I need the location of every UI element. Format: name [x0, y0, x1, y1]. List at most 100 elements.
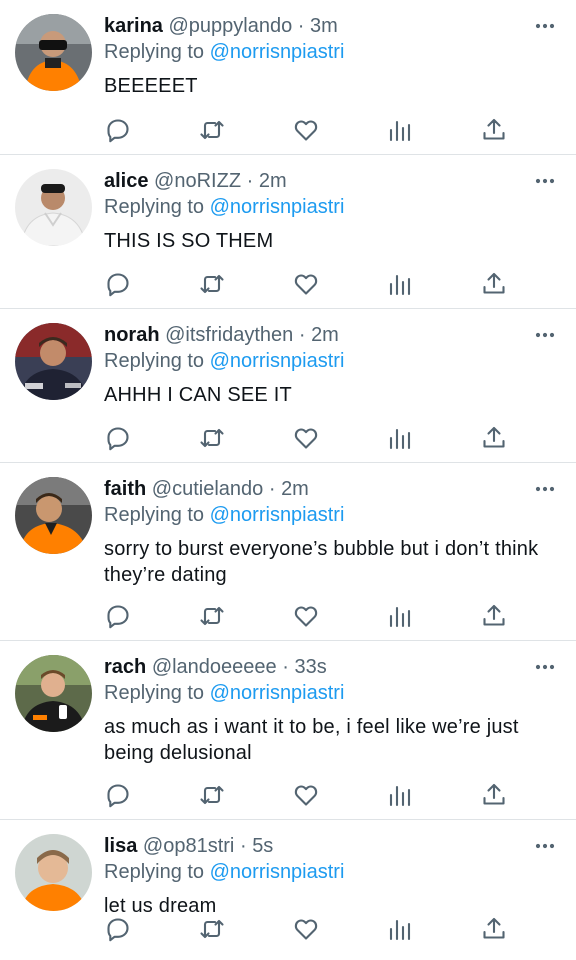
reply-button[interactable] [105, 603, 131, 629]
display-name[interactable]: rach [104, 656, 146, 678]
more-icon[interactable] [534, 171, 556, 191]
timestamp[interactable]: 33s [294, 656, 326, 678]
action-bar [104, 271, 510, 297]
more-icon[interactable] [534, 16, 556, 36]
analytics-button[interactable] [387, 782, 413, 808]
share-icon [483, 604, 505, 626]
like-button[interactable] [293, 425, 319, 451]
reply-mention-link[interactable]: @norrisnpiastri [210, 861, 345, 883]
reply-mention-link[interactable]: @norrisnpiastri [210, 196, 345, 218]
timestamp[interactable]: 5s [252, 835, 273, 857]
reply-context: Replying to @norrisnpiastri [104, 501, 344, 529]
display-name[interactable]: karina [104, 15, 163, 37]
avatar[interactable] [15, 477, 92, 554]
reply-prefix: Replying to [104, 682, 205, 704]
tweet[interactable]: alice @noRIZZ · 2m Replying to @norrisnp… [0, 155, 576, 309]
display-name[interactable]: lisa [104, 835, 137, 857]
tweet-header: rach @landoeeeee · 33s [104, 653, 327, 681]
action-bar [104, 603, 510, 629]
like-button[interactable] [293, 782, 319, 808]
avatar-image [15, 169, 92, 246]
reply-mention-link[interactable]: @norrisnpiastri [210, 682, 345, 704]
separator: · [268, 478, 276, 500]
user-handle[interactable]: @puppylando [169, 15, 293, 37]
reply-button[interactable] [105, 117, 131, 143]
reply-button[interactable] [105, 425, 131, 451]
analytics-button[interactable] [387, 117, 413, 143]
reply-button[interactable] [105, 271, 131, 297]
reply-mention-link[interactable]: @norrisnpiastri [210, 41, 345, 63]
more-icon[interactable] [534, 479, 556, 499]
like-button[interactable] [293, 603, 319, 629]
tweet-header: norah @itsfridaythen · 2m [104, 321, 339, 349]
share-button[interactable] [481, 271, 507, 297]
tweet-header: faith @cutielando · 2m [104, 475, 309, 503]
share-button[interactable] [481, 916, 507, 942]
display-name[interactable]: faith [104, 478, 146, 500]
analytics-button[interactable] [387, 916, 413, 942]
reply-mention-link[interactable]: @norrisnpiastri [210, 350, 345, 372]
avatar-image [15, 655, 92, 732]
like-button[interactable] [293, 271, 319, 297]
reply-button[interactable] [105, 782, 131, 808]
timestamp[interactable]: 2m [311, 324, 339, 346]
retweet-icon [200, 274, 224, 294]
retweet-button[interactable] [199, 117, 225, 143]
reply-button[interactable] [105, 916, 131, 942]
timestamp[interactable]: 2m [281, 478, 309, 500]
user-handle[interactable]: @cutielando [152, 478, 263, 500]
retweet-icon [200, 120, 224, 140]
share-button[interactable] [481, 782, 507, 808]
retweet-icon [200, 428, 224, 448]
share-button[interactable] [481, 603, 507, 629]
retweet-button[interactable] [199, 603, 225, 629]
analytics-icon [389, 428, 411, 450]
avatar[interactable] [15, 169, 92, 246]
tweet[interactable]: karina @puppylando · 3m Replying to @nor… [0, 0, 576, 155]
reply-icon [107, 427, 129, 451]
timestamp[interactable]: 3m [310, 15, 338, 37]
reply-prefix: Replying to [104, 504, 205, 526]
action-bar [104, 782, 510, 808]
tweet[interactable]: faith @cutielando · 2m Replying to @norr… [0, 463, 576, 641]
share-button[interactable] [481, 117, 507, 143]
avatar[interactable] [15, 655, 92, 732]
avatar[interactable] [15, 14, 92, 91]
like-button[interactable] [293, 117, 319, 143]
user-handle[interactable]: @op81stri [143, 835, 234, 857]
reply-mention-link[interactable]: @norrisnpiastri [210, 504, 345, 526]
avatar[interactable] [15, 323, 92, 400]
action-bar [104, 916, 510, 942]
user-handle[interactable]: @landoeeeee [152, 656, 277, 678]
tweet[interactable]: rach @landoeeeee · 33s Replying to @norr… [0, 641, 576, 820]
separator: · [298, 324, 306, 346]
retweet-button[interactable] [199, 916, 225, 942]
tweet[interactable]: lisa @op81stri · 5s Replying to @norrisn… [0, 820, 576, 960]
like-button[interactable] [293, 916, 319, 942]
more-icon[interactable] [534, 836, 556, 856]
share-icon [483, 118, 505, 140]
retweet-button[interactable] [199, 271, 225, 297]
more-icon[interactable] [534, 657, 556, 677]
retweet-button[interactable] [199, 782, 225, 808]
reply-prefix: Replying to [104, 861, 205, 883]
more-icon[interactable] [534, 325, 556, 345]
user-handle[interactable]: @itsfridaythen [165, 324, 293, 346]
tweet[interactable]: norah @itsfridaythen · 2m Replying to @n… [0, 309, 576, 463]
reply-icon [107, 784, 129, 808]
share-icon [483, 783, 505, 805]
analytics-button[interactable] [387, 603, 413, 629]
display-name[interactable]: norah [104, 324, 160, 346]
timestamp[interactable]: 2m [259, 170, 287, 192]
display-name[interactable]: alice [104, 170, 148, 192]
reply-context: Replying to @norrisnpiastri [104, 347, 344, 375]
analytics-button[interactable] [387, 425, 413, 451]
separator: · [297, 15, 305, 37]
reply-context: Replying to @norrisnpiastri [104, 858, 344, 886]
analytics-button[interactable] [387, 271, 413, 297]
user-handle[interactable]: @noRIZZ [154, 170, 241, 192]
like-icon [294, 274, 318, 295]
avatar[interactable] [15, 834, 92, 911]
share-button[interactable] [481, 425, 507, 451]
retweet-button[interactable] [199, 425, 225, 451]
